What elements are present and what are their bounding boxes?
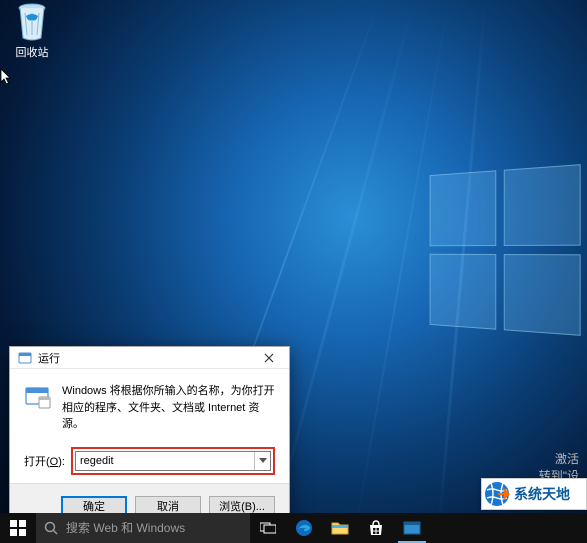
windows-logo-icon bbox=[10, 520, 26, 536]
taskbar-file-explorer[interactable] bbox=[322, 513, 358, 543]
taskbar-edge[interactable] bbox=[286, 513, 322, 543]
run-dialog-title: 运行 bbox=[38, 350, 249, 366]
wallpaper-windows-logo bbox=[430, 164, 581, 336]
globe-icon bbox=[484, 481, 510, 507]
run-dialog-title-icon bbox=[18, 351, 32, 365]
open-label: 打开(O): bbox=[24, 453, 65, 469]
search-icon bbox=[44, 521, 58, 535]
taskbar-spacer bbox=[430, 513, 587, 543]
taskbar-search[interactable] bbox=[36, 513, 250, 543]
close-button[interactable] bbox=[249, 347, 289, 369]
chevron-down-icon bbox=[259, 458, 267, 463]
taskbar-search-input[interactable] bbox=[66, 521, 242, 535]
taskbar-running-app[interactable] bbox=[394, 513, 430, 543]
run-dialog-titlebar[interactable]: 运行 bbox=[10, 347, 289, 369]
open-field-highlight bbox=[71, 447, 275, 475]
close-icon bbox=[264, 353, 274, 363]
app-window-icon bbox=[403, 521, 421, 535]
watermark-badge: 系统天地 bbox=[481, 478, 587, 510]
store-icon bbox=[368, 520, 384, 536]
run-dialog-message: Windows 将根据你所输入的名称，为你打开相应的程序、文件夹、文档或 Int… bbox=[62, 383, 275, 433]
run-program-icon bbox=[24, 383, 52, 411]
recycle-bin-icon bbox=[15, 2, 49, 42]
desktop[interactable]: 回收站 激活 转到"设 运行 bbox=[0, 0, 587, 543]
run-dialog: 运行 Windows 将根据你所输入的名称，为你打开相应的程序、文件夹、文档或 … bbox=[9, 346, 290, 530]
edge-icon bbox=[295, 519, 313, 537]
task-view-icon bbox=[260, 522, 276, 534]
open-combobox[interactable] bbox=[75, 451, 271, 471]
open-input[interactable] bbox=[76, 452, 254, 470]
folder-icon bbox=[331, 521, 349, 535]
desktop-icon-recycle-bin[interactable]: 回收站 bbox=[4, 2, 60, 60]
open-dropdown-button[interactable] bbox=[254, 452, 270, 470]
start-button[interactable] bbox=[0, 513, 36, 543]
taskbar-store[interactable] bbox=[358, 513, 394, 543]
watermark-badge-text: 系统天地 bbox=[514, 484, 570, 504]
taskbar-task-view[interactable] bbox=[250, 513, 286, 543]
desktop-icon-label: 回收站 bbox=[4, 44, 60, 60]
mouse-cursor-icon bbox=[0, 68, 12, 86]
taskbar bbox=[0, 513, 587, 543]
